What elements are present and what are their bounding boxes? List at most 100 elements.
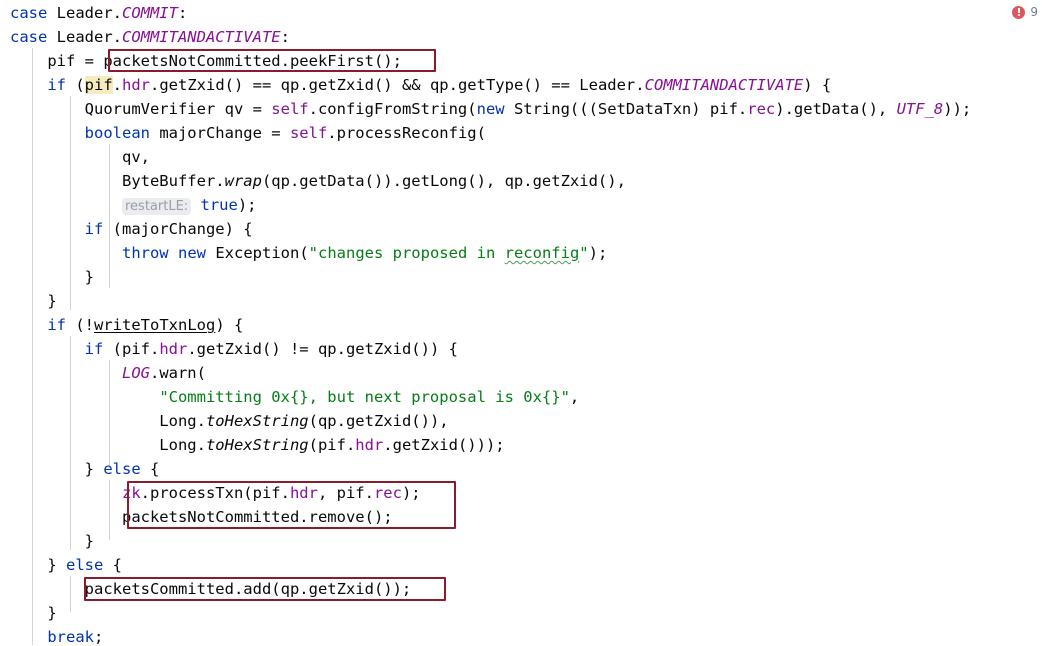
code-text: (pif. bbox=[308, 436, 356, 454]
code-line[interactable]: if (pif.hdr.getZxid() != qp.getZxid()) { bbox=[0, 337, 1044, 361]
code-canvas[interactable]: case Leader.COMMIT: case Leader.COMMITAN… bbox=[0, 0, 1044, 646]
code-line[interactable]: Long.toHexString(pif.hdr.getZxid())); bbox=[0, 433, 1044, 457]
error-circle-icon[interactable] bbox=[1012, 5, 1026, 19]
code-line[interactable]: Long.toHexString(qp.getZxid()), bbox=[0, 409, 1044, 433]
code-text: } bbox=[10, 268, 94, 286]
keyword-true: true bbox=[200, 196, 238, 214]
code-text: } bbox=[10, 460, 104, 478]
code-line[interactable]: boolean majorChange = self.processReconf… bbox=[0, 121, 1044, 145]
highlight-box-peekfirst[interactable] bbox=[108, 49, 436, 72]
code-line[interactable]: break; bbox=[0, 625, 1044, 646]
code-text: } bbox=[10, 532, 94, 550]
code-text: .processReconfig( bbox=[327, 124, 486, 142]
method-tohexstring: toHexString bbox=[205, 436, 309, 454]
code-line[interactable]: QuorumVerifier qv = self.configFromStrin… bbox=[0, 97, 1044, 121]
code-line[interactable]: case Leader.COMMIT: bbox=[0, 1, 1044, 25]
code-text: majorChange = bbox=[149, 124, 290, 142]
keyword-case: case bbox=[10, 28, 48, 46]
code-text: QuorumVerifier qv = bbox=[10, 100, 272, 118]
code-line[interactable]: restartLE: true); bbox=[0, 193, 1044, 217]
code-text: : bbox=[280, 28, 290, 46]
highlight-box-packetscommitted-add[interactable] bbox=[84, 577, 446, 601]
code-line[interactable]: } else { bbox=[0, 457, 1044, 481]
constant-utf8: UTF_8 bbox=[896, 100, 944, 118]
method-wrap: wrap bbox=[224, 172, 262, 190]
code-text: . bbox=[112, 76, 123, 94]
code-line[interactable]: throw new Exception("changes proposed in… bbox=[0, 241, 1044, 265]
code-text: : bbox=[177, 4, 188, 22]
code-text: .getZxid())); bbox=[383, 436, 505, 454]
field-hdr: hdr bbox=[355, 436, 384, 454]
spellcheck-word: reconfig bbox=[504, 244, 580, 262]
code-text: (majorChange) { bbox=[103, 220, 253, 238]
code-line[interactable]: } bbox=[0, 529, 1044, 553]
code-text: String(((SetDataTxn) pif. bbox=[504, 100, 748, 118]
code-line[interactable]: } bbox=[0, 601, 1044, 625]
code-text: ) { bbox=[215, 316, 244, 334]
keyword-boolean: boolean bbox=[84, 124, 150, 142]
code-line[interactable]: ByteBuffer.wrap(qp.getData()).getLong(),… bbox=[0, 169, 1044, 193]
code-text: Exception( bbox=[206, 244, 309, 262]
keyword-throw: throw bbox=[121, 244, 169, 262]
code-text: Leader. bbox=[47, 28, 122, 46]
string-literal: "changes proposed in reconfig" bbox=[308, 244, 589, 262]
code-text: (qp.getZxid()), bbox=[308, 412, 449, 430]
code-text: .configFromString( bbox=[308, 100, 477, 118]
code-text: Leader. bbox=[47, 4, 122, 22]
code-text: ).getData(), bbox=[775, 100, 897, 118]
keyword-if: if bbox=[84, 220, 104, 238]
code-line[interactable]: if (!writeToTxnLog) { bbox=[0, 313, 1044, 337]
code-line[interactable]: LOG.warn( bbox=[0, 361, 1044, 385]
code-editor-view[interactable]: 9 case Leader.COMMIT: case Leader.COMMIT… bbox=[0, 0, 1044, 646]
field-hdr: hdr bbox=[122, 76, 151, 94]
code-text: (pif. bbox=[103, 340, 160, 358]
keyword-if: if bbox=[47, 316, 66, 334]
highlight-box-processtxn-block[interactable] bbox=[127, 481, 456, 529]
code-line[interactable]: case Leader.COMMITANDACTIVATE: bbox=[0, 25, 1044, 49]
code-line[interactable]: } bbox=[0, 289, 1044, 313]
keyword-new: new bbox=[178, 244, 206, 262]
parameter-hint-restartle[interactable]: restartLE: bbox=[121, 198, 192, 215]
code-text: (qp.getData()).getLong(), qp.getZxid(), bbox=[261, 172, 626, 190]
field-self: self bbox=[271, 100, 309, 118]
code-text: ); bbox=[588, 244, 608, 262]
code-line[interactable]: qv, bbox=[0, 145, 1044, 169]
constant-commitandactivate: COMMITANDACTIVATE bbox=[644, 76, 804, 94]
method-tohexstring: toHexString bbox=[205, 412, 309, 430]
code-text: { bbox=[140, 460, 160, 478]
keyword-if: if bbox=[84, 340, 104, 358]
code-line[interactable]: } bbox=[0, 265, 1044, 289]
keyword-case: case bbox=[10, 4, 48, 22]
code-line[interactable]: "Committing 0x{}, but next proposal is 0… bbox=[0, 385, 1044, 409]
reference-writetotxnlog[interactable]: writeToTxnLog bbox=[94, 316, 215, 334]
inspection-widget[interactable]: 9 bbox=[1008, 3, 1038, 21]
code-text: ( bbox=[66, 76, 85, 94]
code-text: } bbox=[10, 292, 57, 310]
code-line[interactable]: } else { bbox=[0, 553, 1044, 577]
code-text: { bbox=[103, 556, 122, 574]
field-self: self bbox=[289, 124, 328, 142]
code-text: .getZxid() == qp.getZxid() && qp.getType… bbox=[150, 76, 645, 94]
field-hdr: hdr bbox=[159, 340, 188, 358]
field-rec: rec bbox=[747, 100, 776, 118]
code-line[interactable]: if (majorChange) { bbox=[0, 217, 1044, 241]
code-text: .warn( bbox=[149, 364, 206, 382]
keyword-else: else bbox=[103, 460, 141, 478]
code-text: } bbox=[10, 604, 57, 622]
code-text: (! bbox=[66, 316, 94, 334]
string-literal: "Committing 0x{}, but next proposal is 0… bbox=[159, 388, 570, 406]
keyword-break: break bbox=[47, 628, 94, 646]
code-line[interactable]: if (pif.hdr.getZxid() == qp.getZxid() &&… bbox=[0, 73, 1044, 97]
